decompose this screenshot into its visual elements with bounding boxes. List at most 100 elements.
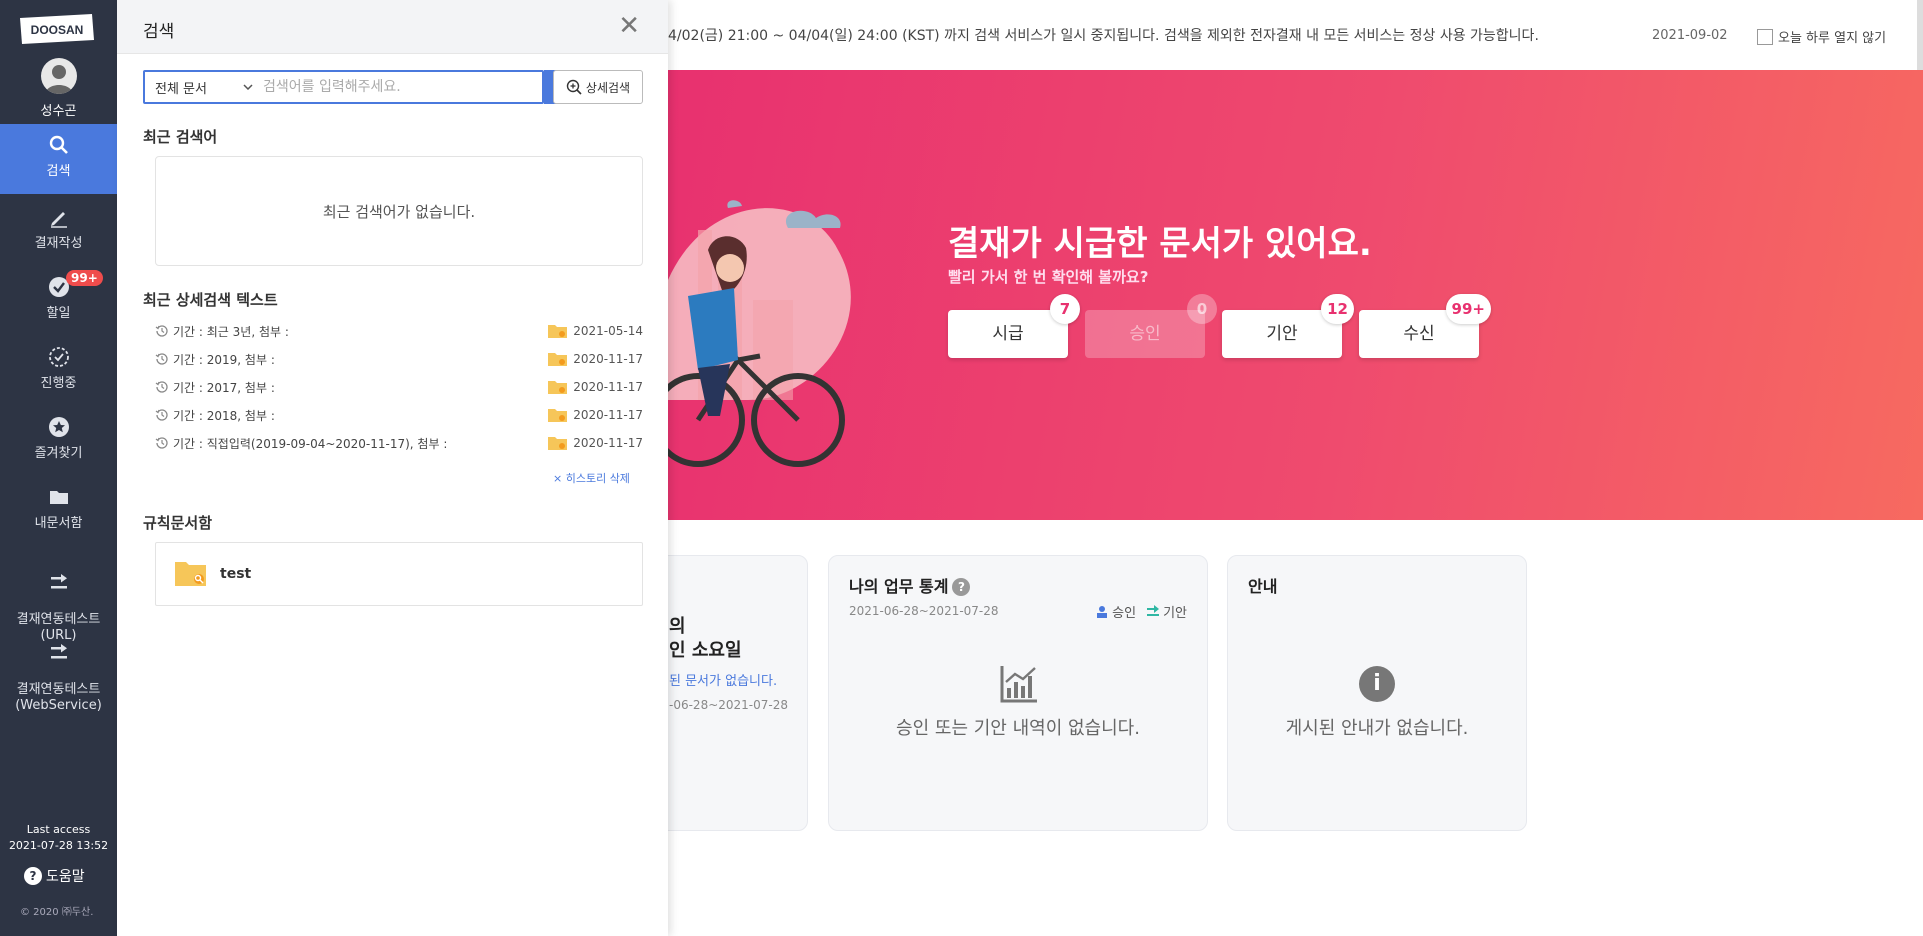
- arrow-icon: [1147, 604, 1160, 616]
- avatar: [40, 58, 77, 94]
- card-heading-line1: 의: [669, 616, 686, 637]
- approve-count: 0: [1187, 294, 1217, 324]
- sidebar-item-label: 결재연동테스트 (WebService): [15, 682, 102, 713]
- history-item[interactable]: 기간 : 직접입력(2019-09-04~2020-11-17), 첨부 : 2…: [155, 432, 643, 454]
- search-panel-title: 검색: [143, 22, 175, 42]
- pencil-icon: [50, 212, 67, 228]
- folder-search-icon: [548, 325, 568, 338]
- urgent-button[interactable]: 시급 7: [948, 294, 1080, 358]
- sidebar-item-label: 결재작성: [34, 236, 83, 251]
- sidebar-item-label: 즐겨찾기: [34, 446, 83, 461]
- dismiss-today-checkbox[interactable]: 오늘 하루 열지 않기: [1757, 27, 1886, 46]
- search-input[interactable]: [263, 73, 542, 101]
- sidebar-item-label: 진행중: [40, 376, 77, 391]
- sidebar: DOOSAN 성수곤 검색 결재작성 할일 99+ 진행중 즐겨찾기 내문서함: [0, 0, 117, 936]
- recent-search-empty: 최근 검색어가 없습니다.: [155, 156, 643, 266]
- card-link[interactable]: 된 문서가 없습니다.: [669, 670, 777, 689]
- star-icon: [48, 417, 69, 437]
- stats-title: 나의 업무 통계: [849, 577, 949, 596]
- history-icon: [155, 353, 168, 365]
- advanced-search-label: 상세검색: [585, 80, 631, 95]
- sidebar-item-label: 검색: [46, 164, 71, 179]
- avatar-icon: [44, 65, 73, 94]
- receive-button[interactable]: 수신 99+: [1359, 294, 1491, 358]
- sidebar-item-label: 할일: [46, 306, 71, 321]
- logo-text: DOOSAN: [31, 23, 84, 37]
- card-title: 나의 업무 통계?: [849, 573, 971, 597]
- search-scope-select[interactable]: 전체 문서: [145, 78, 263, 97]
- search-panel: 검색 ✕ 전체 문서 상세검색 최근 검색어 최근 검색어가 없습니다. 최근 …: [117, 0, 668, 936]
- history-date: 2020-11-17: [573, 408, 643, 422]
- folder-icon: [49, 491, 68, 504]
- rule-folder-title: 규칙문서함: [143, 514, 213, 532]
- history-icon: [155, 409, 168, 421]
- rule-folder-item[interactable]: test: [155, 542, 643, 606]
- help-link[interactable]: ? 도움말: [24, 866, 85, 886]
- close-icon[interactable]: ✕: [618, 13, 640, 39]
- approve-button[interactable]: 승인 0: [1085, 294, 1217, 358]
- user-profile[interactable]: 성수곤: [0, 58, 117, 119]
- sidebar-item-integration-webservice[interactable]: 결재연동테스트 (WebService): [0, 616, 117, 713]
- history-date: 2021-05-14: [573, 324, 643, 338]
- receive-label: 수신: [1403, 324, 1435, 344]
- person-icon: [1097, 605, 1108, 618]
- history-text: 기간 : 2017, 첨부 :: [173, 380, 275, 395]
- history-item[interactable]: 기간 : 2017, 첨부 : 2020-11-17: [155, 376, 643, 398]
- last-access-time: 2021-07-28 13:52: [8, 839, 109, 852]
- stats-empty-message: 승인 또는 기안 내역이 없습니다.: [896, 718, 1140, 739]
- search-box: 전체 문서: [143, 70, 544, 104]
- progress-icon: [48, 347, 69, 367]
- sidebar-item-compose[interactable]: 결재작성: [0, 196, 117, 264]
- my-work-stats-card: 나의 업무 통계? 2021-06-28~2021-07-28 승인 기안 승인…: [828, 555, 1208, 831]
- history-text: 기간 : 2019, 첨부 :: [173, 352, 275, 367]
- search-icon: [49, 135, 68, 154]
- sidebar-item-search[interactable]: 검색: [0, 124, 117, 194]
- folder-search-icon: [548, 353, 568, 366]
- delete-history-link[interactable]: × 히스토리 삭제: [553, 470, 630, 486]
- advanced-search-button[interactable]: 상세검색: [553, 70, 643, 104]
- arrow-icon: [50, 644, 67, 659]
- history-title: 최근 상세검색 텍스트: [143, 291, 278, 309]
- approve-label: 승인: [1129, 324, 1161, 344]
- legend-approve-label: 승인: [1112, 606, 1137, 621]
- history-date: 2020-11-17: [573, 436, 643, 450]
- draft-button[interactable]: 기안 12: [1222, 294, 1354, 358]
- folder-search-icon: [548, 437, 568, 450]
- help-icon: ?: [24, 867, 42, 885]
- history-item[interactable]: 기간 : 2019, 첨부 : 2020-11-17: [155, 348, 643, 370]
- help-icon[interactable]: ?: [952, 578, 971, 596]
- history-date: 2020-11-17: [573, 352, 643, 366]
- banner-title: 결재가 시급한 문서가 있어요.: [948, 224, 1372, 264]
- sidebar-item-mydocs[interactable]: 내문서함: [0, 476, 117, 544]
- draft-count: 12: [1321, 294, 1354, 324]
- urgent-count: 7: [1050, 294, 1080, 324]
- stats-legend: 승인 기안: [1095, 602, 1187, 621]
- notice-card-title: 안내: [1248, 577, 1278, 596]
- sidebar-item-favorites[interactable]: 즐겨찾기: [0, 406, 117, 474]
- sidebar-item-integration-url[interactable]: 결재연동테스트 (URL): [0, 546, 117, 643]
- chart-icon: [1000, 666, 1037, 703]
- notice-card: 안내 i 게시된 안내가 없습니다.: [1227, 555, 1527, 831]
- legend-draft-label: 기안: [1163, 606, 1187, 621]
- last-access: Last access 2021-07-28 13:52: [0, 822, 117, 854]
- checkbox-box[interactable]: [1757, 28, 1773, 45]
- sidebar-item-label: 내문서함: [34, 516, 83, 531]
- cyclist-illustration: [668, 200, 851, 467]
- stats-range: 2021-06-28~2021-07-28: [849, 604, 999, 618]
- history-item[interactable]: 기간 : 최근 3년, 첨부 : 2021-05-14: [155, 320, 643, 342]
- last-access-label: Last access: [26, 823, 91, 836]
- scrollbar[interactable]: [1917, 0, 1923, 72]
- history-item[interactable]: 기간 : 2018, 첨부 : 2020-11-17: [155, 404, 643, 426]
- folder-search-icon: [175, 562, 206, 586]
- sidebar-item-inprogress[interactable]: 진행중: [0, 336, 117, 404]
- history-icon: [155, 381, 168, 393]
- info-icon-wrap: i: [1228, 666, 1526, 702]
- doosan-logo[interactable]: DOOSAN: [18, 12, 96, 46]
- zoom-in-icon: [566, 79, 582, 95]
- history-date: 2020-11-17: [573, 380, 643, 394]
- urgent-banner: 결재가 시급한 문서가 있어요. 빨리 가서 한 번 확인해 볼까요? 시급 7…: [668, 70, 1923, 520]
- recent-search-title: 최근 검색어: [143, 128, 218, 146]
- dismiss-today-label: 오늘 하루 열지 않기: [1778, 31, 1887, 46]
- history-icon: [155, 437, 168, 449]
- todo-count-badge: 99+: [66, 270, 103, 286]
